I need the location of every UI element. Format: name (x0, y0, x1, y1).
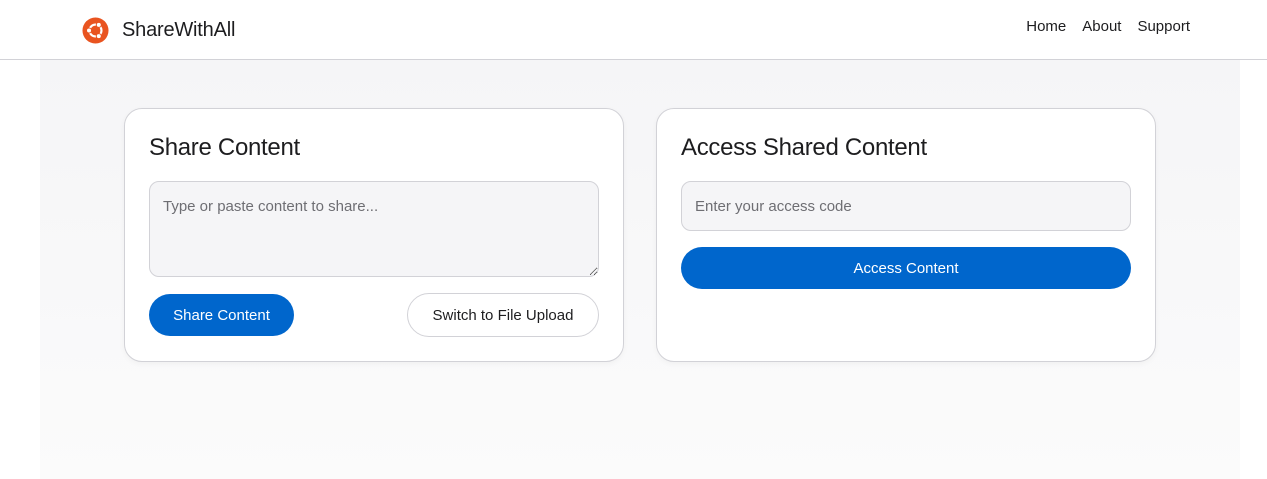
access-code-input[interactable] (681, 181, 1131, 231)
nav-link-support[interactable]: Support (1137, 18, 1190, 35)
access-card-title: Access Shared Content (681, 134, 927, 161)
share-content-textarea[interactable] (149, 181, 599, 277)
brand[interactable]: ShareWithAll (82, 16, 235, 44)
share-content-button[interactable]: Share Content (149, 294, 294, 336)
ubuntu-logo-icon (82, 16, 109, 44)
nav-link-home[interactable]: Home (1026, 18, 1066, 35)
share-card-title: Share Content (149, 134, 300, 161)
nav-links: Home About Support (1026, 18, 1190, 35)
brand-name: ShareWithAll (122, 18, 236, 41)
main-content: Share Content Share Content Switch to Fi… (40, 60, 1240, 479)
access-content-button[interactable]: Access Content (681, 247, 1131, 289)
access-content-card: Access Shared Content Access Content (656, 108, 1156, 362)
switch-to-file-upload-button[interactable]: Switch to File Upload (407, 293, 599, 337)
share-content-card: Share Content Share Content Switch to Fi… (124, 108, 624, 362)
nav-link-about[interactable]: About (1082, 18, 1121, 35)
top-navbar: ShareWithAll Home About Support (0, 0, 1267, 60)
